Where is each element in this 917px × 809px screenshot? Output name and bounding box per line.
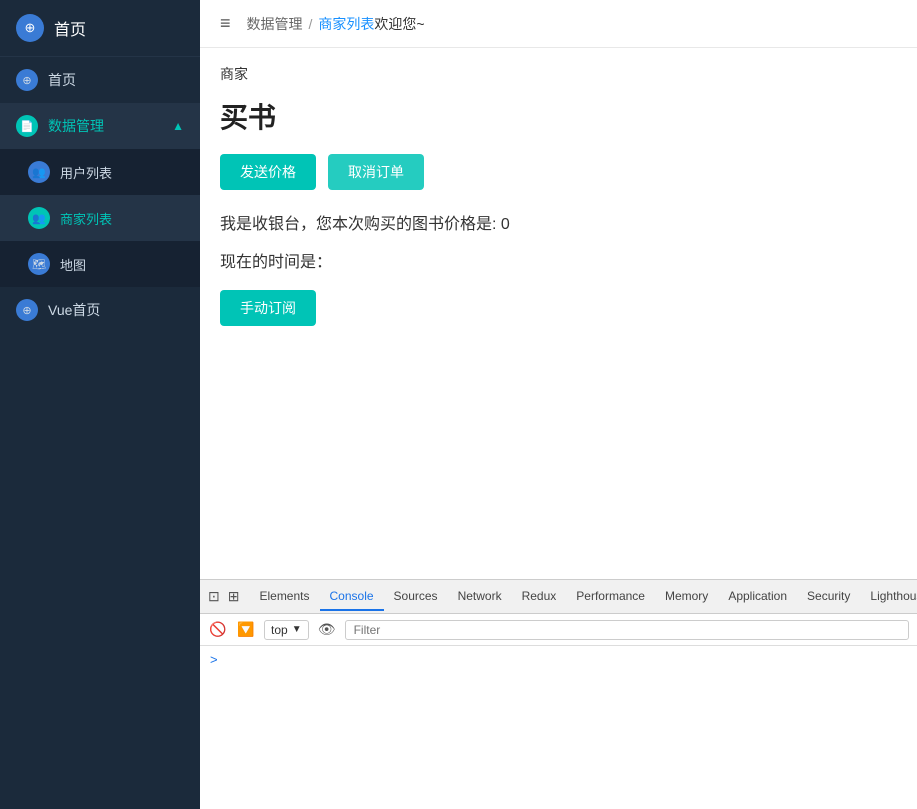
user-list-icon: 👥 [28, 161, 50, 183]
sidebar-header-label: 首页 [54, 16, 86, 40]
sidebar-item-map[interactable]: 🗺 地图 [0, 241, 200, 287]
devtools-tabs: ⊡ ⊞ Elements Console Sources Network Red… [200, 580, 917, 614]
tab-sources[interactable]: Sources [384, 583, 448, 611]
sidebar-item-vue-home-label: Vue首页 [48, 300, 100, 320]
manual-order-row: 手动订阅 [220, 290, 897, 326]
sidebar-item-user-list-label: 用户列表 [60, 163, 112, 182]
tab-console[interactable]: Console [320, 583, 384, 611]
tab-performance[interactable]: Performance [566, 583, 655, 611]
tab-network[interactable]: Network [448, 583, 512, 611]
sidebar-item-data-mgmt[interactable]: 📄 数据管理 ▲ [0, 103, 200, 149]
time-info-text: 现在的时间是： [220, 248, 897, 272]
tab-lighthouse[interactable]: Lighthouse [860, 583, 917, 611]
sidebar: ⊕ 首页 ⊕ 首页 📄 数据管理 ▲ 👥 用户列表 👥 商家列表 🗺 [0, 0, 200, 809]
console-prompt-line[interactable]: > [210, 652, 907, 667]
cashier-info-text: 我是收银台，您本次购买的图书价格是: 0 [220, 210, 897, 234]
eye-icon[interactable]: 👁 [317, 620, 337, 640]
send-price-button[interactable]: 发送价格 [220, 154, 316, 190]
tab-security[interactable]: Security [797, 583, 860, 611]
tab-redux[interactable]: Redux [512, 583, 567, 611]
devtools-cursor-icon[interactable]: ⊡ [208, 588, 220, 605]
sidebar-item-data-mgmt-label: 数据管理 [48, 116, 104, 136]
sidebar-item-vue-home[interactable]: ⊕ Vue首页 [0, 287, 200, 333]
home-nav-icon: ⊕ [16, 69, 38, 91]
sidebar-item-user-list[interactable]: 👥 用户列表 [0, 149, 200, 195]
breadcrumb-separator: / [309, 16, 313, 32]
context-selector[interactable]: top ▼ [264, 620, 309, 640]
tab-memory[interactable]: Memory [655, 583, 718, 611]
sidebar-item-map-label: 地图 [60, 255, 86, 274]
sidebar-item-merchant-list[interactable]: 👥 商家列表 [0, 195, 200, 241]
page-subtitle: 商家 [220, 64, 897, 84]
sidebar-item-home-label: 首页 [48, 70, 76, 90]
manual-order-button[interactable]: 手动订阅 [220, 290, 316, 326]
data-mgmt-icon: 📄 [16, 115, 38, 137]
topbar: ≡ 数据管理 / 商家列表 欢迎您~ [200, 0, 917, 48]
clear-console-icon[interactable]: 🚫 [208, 620, 228, 640]
sidebar-header[interactable]: ⊕ 首页 [0, 0, 200, 57]
devtools-panel: ⊡ ⊞ Elements Console Sources Network Red… [200, 579, 917, 809]
breadcrumb-root: 数据管理 [247, 14, 303, 34]
breadcrumb-current: 商家列表 [318, 14, 374, 34]
console-arrow-icon: > [210, 652, 218, 667]
chevron-up-icon: ▲ [172, 119, 184, 133]
tab-elements[interactable]: Elements [249, 583, 319, 611]
menu-toggle-icon[interactable]: ≡ [220, 13, 231, 34]
page-title: 买书 [220, 96, 897, 136]
devtools-toolbar: 🚫 🔽 top ▼ 👁 [200, 614, 917, 646]
filter-toggle-icon[interactable]: 🔽 [236, 620, 256, 640]
action-buttons-row: 发送价格 取消订单 [220, 154, 897, 190]
map-icon: 🗺 [28, 253, 50, 275]
breadcrumb-suffix: 欢迎您~ [374, 14, 424, 34]
sidebar-item-merchant-list-label: 商家列表 [60, 209, 112, 228]
sidebar-submenu-data-mgmt: 👥 用户列表 👥 商家列表 🗺 地图 [0, 149, 200, 287]
content-body: 商家 买书 发送价格 取消订单 我是收银台，您本次购买的图书价格是: 0 现在的… [200, 48, 917, 579]
cancel-order-button[interactable]: 取消订单 [328, 154, 424, 190]
console-filter-input[interactable] [345, 620, 909, 640]
merchant-list-icon: 👥 [28, 207, 50, 229]
home-icon: ⊕ [16, 14, 44, 42]
vue-home-icon: ⊕ [16, 299, 38, 321]
sidebar-item-home[interactable]: ⊕ 首页 [0, 57, 200, 103]
breadcrumb: 数据管理 / 商家列表 欢迎您~ [247, 14, 425, 34]
context-selector-label: top [271, 623, 288, 637]
devtools-responsive-icon[interactable]: ⊞ [228, 588, 240, 605]
context-selector-arrow: ▼ [292, 624, 302, 635]
devtools-console: > [200, 646, 917, 809]
tab-application[interactable]: Application [718, 583, 797, 611]
main-content: ≡ 数据管理 / 商家列表 欢迎您~ 商家 买书 发送价格 取消订单 我是收银台… [200, 0, 917, 809]
